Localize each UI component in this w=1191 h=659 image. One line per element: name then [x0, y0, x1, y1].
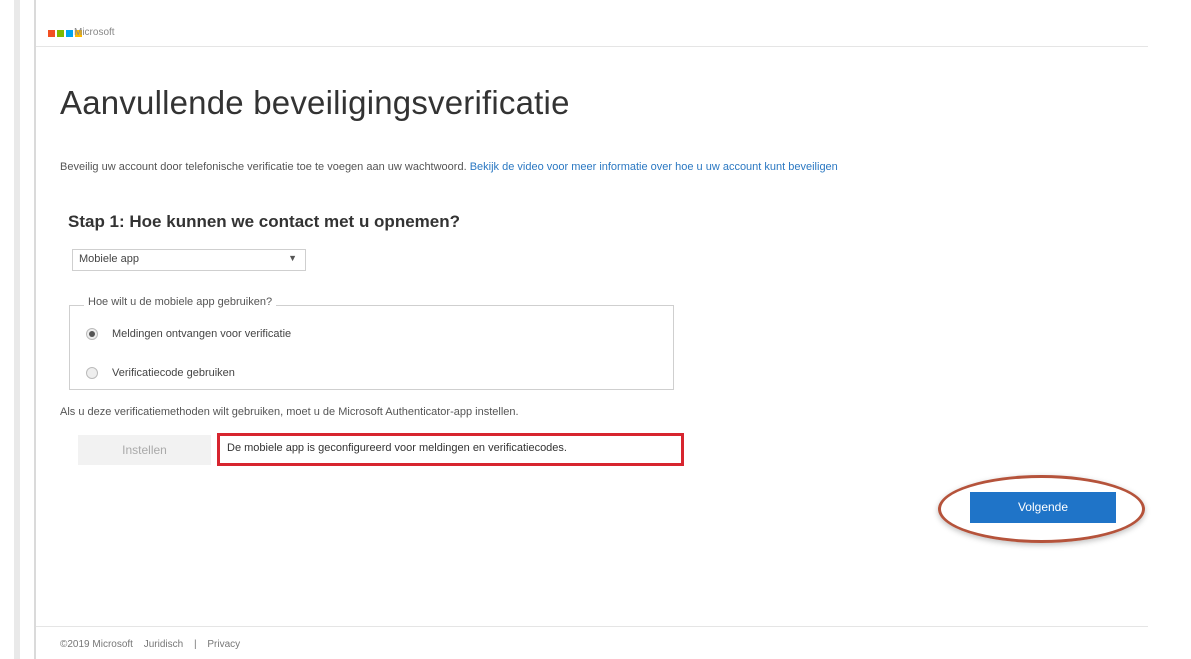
radio-notifications-label: Meldingen ontvangen voor verificatie [112, 328, 292, 340]
radio-verification-code-label: Verificatiecode gebruiken [112, 367, 235, 379]
brand-name: Microsoft [74, 27, 115, 38]
radio-notifications[interactable]: Meldingen ontvangen voor verificatie [86, 328, 291, 340]
footer-divider [36, 626, 1148, 627]
page-description: Beveilig uw account door telefonische ve… [60, 161, 838, 173]
contact-method-select[interactable]: Mobiele app ▼ [72, 249, 306, 271]
next-button[interactable]: Volgende [970, 492, 1116, 523]
left-border [14, 0, 20, 659]
usage-legend: Hoe wilt u de mobiele app gebruiken? [84, 296, 277, 308]
dropdown-caret-icon: ▼ [288, 253, 297, 263]
authenticator-info: Als u deze verificatiemethoden wilt gebr… [60, 406, 519, 418]
radio-verification-code[interactable]: Verificatiecode gebruiken [86, 367, 235, 379]
footer: ©2019 Microsoft Juridisch | Privacy [60, 639, 248, 650]
configuration-status: De mobiele app is geconfigureerd voor me… [227, 442, 567, 454]
privacy-link[interactable]: Privacy [207, 639, 240, 650]
radio-unchecked-icon[interactable] [86, 367, 98, 379]
header: Microsoft [36, 0, 1148, 47]
contact-method-value: Mobiele app [79, 253, 139, 265]
footer-separator: | [194, 639, 197, 650]
copyright: ©2019 Microsoft [60, 639, 133, 650]
content-divider [34, 0, 36, 659]
page-title: Aanvullende beveiligingsverificatie [60, 84, 570, 121]
step1-heading: Stap 1: Hoe kunnen we contact met u opne… [68, 212, 460, 231]
setup-button[interactable]: Instellen [78, 435, 211, 465]
radio-checked-icon[interactable] [86, 328, 98, 340]
legal-link[interactable]: Juridisch [144, 639, 183, 650]
description-text: Beveilig uw account door telefonische ve… [60, 161, 467, 173]
video-link[interactable]: Bekijk de video voor meer informatie ove… [470, 161, 838, 173]
